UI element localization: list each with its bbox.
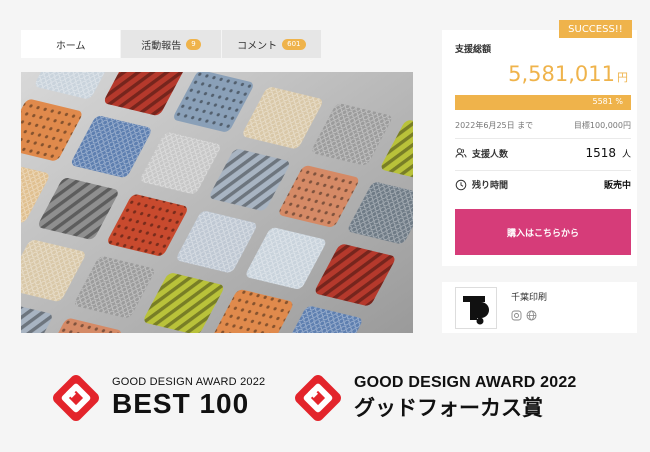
activity-count-badge: 9 <box>186 38 201 50</box>
award-subtitle: GOOD DESIGN AWARD 2022 <box>112 376 266 388</box>
supporters-row: 支援人数 1518 人 <box>455 146 631 160</box>
tab-activity-label: 活動報告 <box>141 40 182 52</box>
amount-value: 5,581,011 <box>508 62 615 86</box>
author-name[interactable]: 千葉印刷 <box>511 290 547 303</box>
product-photo <box>21 72 413 333</box>
total-amount: 5,581,011 円 <box>508 62 628 86</box>
buy-button[interactable]: 購入はこちらから <box>455 209 631 255</box>
supporters-value: 1518 人 <box>585 146 631 160</box>
supporters-label: 支援人数 <box>472 149 509 160</box>
progress-bar: 5581 % <box>455 95 631 110</box>
divider <box>455 170 631 171</box>
award-title: BEST 100 <box>112 388 250 419</box>
tab-home-label: ホーム <box>55 40 86 52</box>
remaining-row: 残り時間 販売中 <box>455 178 631 191</box>
supporters-count: 1518 <box>585 146 616 160</box>
currency-label: 円 <box>617 71 628 84</box>
comments-count-badge: 601 <box>282 38 306 50</box>
funding-meta: 2022年6月25日 まで 目標100,000円 <box>455 120 631 131</box>
success-badge: SUCCESS!! <box>559 20 632 38</box>
award-subtitle: GOOD DESIGN AWARD 2022 <box>354 374 577 391</box>
tab-comments[interactable]: コメント 601 <box>221 30 322 58</box>
tab-bar: ホーム 活動報告 9 コメント 601 <box>21 30 322 58</box>
progress-percent: 5581 % <box>592 97 623 106</box>
award-good-focus: GOOD DESIGN AWARD 2022 グッドフォーカス賞 <box>292 372 577 424</box>
total-support-label: 支援総額 <box>455 45 492 55</box>
remaining-value: 販売中 <box>603 181 631 191</box>
fish-skin-tiles-image <box>21 72 413 333</box>
tab-comments-label: コメント <box>237 40 278 52</box>
clock-icon <box>455 179 467 191</box>
remaining-label: 残り時間 <box>472 181 509 191</box>
instagram-icon[interactable] <box>511 306 522 325</box>
award-best100: GOOD DESIGN AWARD 2022 BEST 100 <box>50 372 265 424</box>
globe-icon[interactable] <box>526 306 537 325</box>
users-icon <box>455 147 467 159</box>
author-logo[interactable] <box>455 287 497 329</box>
good-design-g-mark-icon <box>53 375 99 421</box>
author-social-links <box>511 306 537 325</box>
tab-home[interactable]: ホーム <box>21 30 122 58</box>
tab-activity-reports[interactable]: 活動報告 9 <box>121 30 222 58</box>
deadline-text: 2022年6月25日 まで <box>455 121 534 130</box>
supporters-unit: 人 <box>621 150 631 160</box>
award-title: グッドフォーカス賞 <box>354 397 543 420</box>
divider <box>455 138 631 139</box>
good-design-g-mark-icon <box>295 375 341 421</box>
goal-text: 目標100,000円 <box>573 121 631 130</box>
